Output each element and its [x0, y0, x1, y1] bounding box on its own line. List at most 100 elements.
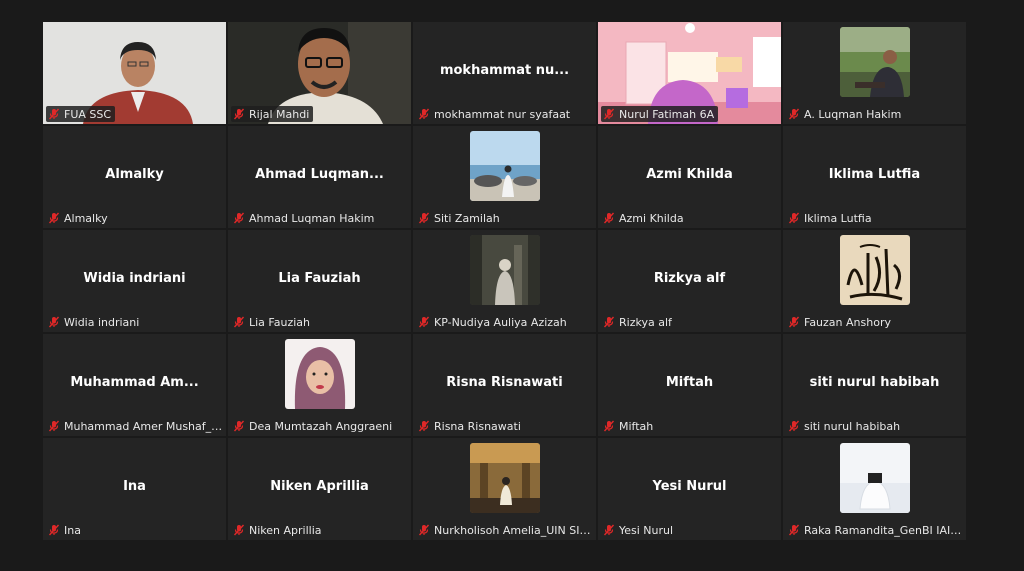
participant-name: siti nurul habibah: [804, 419, 901, 433]
participant-tile[interactable]: mokhammat nu... mokhammat nur syafaat: [413, 22, 596, 124]
participant-name-label: FUA SSC: [46, 106, 116, 122]
muted-mic-icon: [418, 524, 430, 536]
participant-name: Ahmad Luqman Hakim: [249, 211, 375, 225]
participant-tile[interactable]: Raka Ramandita_GenBI IAIN C...: [783, 438, 966, 540]
muted-mic-icon: [233, 316, 245, 328]
participant-display-name: Almalky: [105, 167, 164, 182]
participant-name: Nurkholisoh Amelia_UIN SIBE...: [434, 523, 594, 537]
participant-tile[interactable]: Iklima Lutfia Iklima Lutfia: [783, 126, 966, 228]
participant-name-label: Rizkya alf: [601, 314, 676, 330]
participant-name-label: Risna Risnawati: [416, 418, 525, 434]
participant-avatar: [284, 339, 355, 409]
participant-tile[interactable]: Ina Ina: [43, 438, 226, 540]
participant-display-name: Azmi Khilda: [646, 167, 733, 182]
participant-tile[interactable]: Miftah Miftah: [598, 334, 781, 436]
participant-name: Muhammad Amer Mushaf_BS...: [64, 419, 224, 433]
participant-name: Rizkya alf: [619, 315, 672, 329]
muted-mic-icon: [788, 316, 800, 328]
muted-mic-icon: [48, 316, 60, 328]
participant-avatar: [469, 235, 540, 305]
muted-mic-icon: [788, 524, 800, 536]
participant-name-label: Lia Fauziah: [231, 314, 314, 330]
participant-name-label: siti nurul habibah: [786, 418, 904, 434]
participant-display-name: Ahmad Luqman...: [255, 167, 384, 182]
participant-display-name: Yesi Nurul: [652, 479, 727, 494]
participant-avatar: [469, 131, 540, 201]
participant-tile[interactable]: Nurul Fatimah 6A: [598, 22, 781, 124]
gallery-view: FUA SSC Rijal Mahdi mokhammat nu... mokh…: [43, 22, 967, 542]
participant-name: Niken Aprillia: [249, 523, 322, 537]
participant-name: Raka Ramandita_GenBI IAIN C...: [804, 523, 964, 537]
participant-name: Miftah: [619, 419, 654, 433]
participant-display-name: Widia indriani: [83, 271, 186, 286]
muted-mic-icon: [603, 212, 615, 224]
participant-display-name: Rizkya alf: [653, 271, 726, 286]
participant-avatar: [839, 443, 910, 513]
participant-tile[interactable]: siti nurul habibah siti nurul habibah: [783, 334, 966, 436]
participant-tile[interactable]: Ahmad Luqman... Ahmad Luqman Hakim: [228, 126, 411, 228]
participant-tile[interactable]: Siti Zamilah: [413, 126, 596, 228]
participant-name-label: Miftah: [601, 418, 657, 434]
participant-name: Nurul Fatimah 6A: [619, 107, 715, 121]
participant-display-name: Iklima Lutfia: [828, 167, 921, 182]
participant-tile[interactable]: Risna Risnawati Risna Risnawati: [413, 334, 596, 436]
muted-mic-icon: [418, 108, 430, 120]
participant-name-label: Nurul Fatimah 6A: [601, 106, 719, 122]
participant-name-label: Rijal Mahdi: [231, 106, 314, 122]
participant-name: FUA SSC: [64, 107, 112, 121]
participant-tile[interactable]: FUA SSC: [43, 22, 226, 124]
muted-mic-icon: [788, 212, 800, 224]
participant-avatar: [839, 235, 910, 305]
participant-name-label: Azmi Khilda: [601, 210, 688, 226]
participant-name-label: Ahmad Luqman Hakim: [231, 210, 378, 226]
participant-name-label: Fauzan Anshory: [786, 314, 895, 330]
muted-mic-icon: [48, 212, 60, 224]
muted-mic-icon: [233, 212, 245, 224]
participant-name-label: Iklima Lutfia: [786, 210, 876, 226]
participant-tile[interactable]: Niken Aprillia Niken Aprillia: [228, 438, 411, 540]
participant-name: Rijal Mahdi: [249, 107, 310, 121]
participant-tile[interactable]: KP-Nudiya Auliya Azizah: [413, 230, 596, 332]
participant-name: Dea Mumtazah Anggraeni: [249, 419, 393, 433]
muted-mic-icon: [788, 420, 800, 432]
participant-name: Ina: [64, 523, 81, 537]
participant-tile[interactable]: Dea Mumtazah Anggraeni: [228, 334, 411, 436]
participant-name: mokhammat nur syafaat: [434, 107, 571, 121]
participant-name: Yesi Nurul: [619, 523, 674, 537]
muted-mic-icon: [603, 524, 615, 536]
participant-tile[interactable]: Azmi Khilda Azmi Khilda: [598, 126, 781, 228]
participant-display-name: Risna Risnawati: [446, 375, 563, 390]
participant-tile[interactable]: Widia indriani Widia indriani: [43, 230, 226, 332]
participant-name-label: KP-Nudiya Auliya Azizah: [416, 314, 571, 330]
participant-tile[interactable]: Almalky Almalky: [43, 126, 226, 228]
participant-tile[interactable]: Rijal Mahdi: [228, 22, 411, 124]
muted-mic-icon: [233, 524, 245, 536]
participant-tile[interactable]: A. Luqman Hakim: [783, 22, 966, 124]
muted-mic-icon: [603, 108, 615, 120]
muted-mic-icon: [603, 420, 615, 432]
participant-name: A. Luqman Hakim: [804, 107, 902, 121]
participant-tile[interactable]: Lia Fauziah Lia Fauziah: [228, 230, 411, 332]
participant-display-name: mokhammat nu...: [439, 63, 570, 78]
participant-name-label: Almalky: [46, 210, 112, 226]
participant-tile[interactable]: Nurkholisoh Amelia_UIN SIBE...: [413, 438, 596, 540]
participant-display-name: Ina: [123, 479, 146, 494]
participant-name-label: Niken Aprillia: [231, 522, 326, 538]
participant-display-name: Miftah: [665, 375, 714, 390]
participant-tile[interactable]: Yesi Nurul Yesi Nurul: [598, 438, 781, 540]
participant-tile[interactable]: Fauzan Anshory: [783, 230, 966, 332]
participant-name-label: mokhammat nur syafaat: [416, 106, 574, 122]
muted-mic-icon: [48, 420, 60, 432]
participant-name-label: Dea Mumtazah Anggraeni: [231, 418, 396, 434]
participant-name: Risna Risnawati: [434, 419, 521, 433]
participant-name-label: Nurkholisoh Amelia_UIN SIBE...: [416, 522, 596, 538]
participant-name: Almalky: [64, 211, 108, 225]
participant-display-name: siti nurul habibah: [809, 375, 940, 390]
participant-tile[interactable]: Muhammad Am... Muhammad Amer Mushaf_BS..…: [43, 334, 226, 436]
participant-name-label: A. Luqman Hakim: [786, 106, 905, 122]
participant-name-label: Yesi Nurul: [601, 522, 677, 538]
participant-tile[interactable]: Rizkya alf Rizkya alf: [598, 230, 781, 332]
participant-name: Widia indriani: [64, 315, 140, 329]
participant-name-label: Ina: [46, 522, 85, 538]
participant-avatar: [469, 443, 540, 513]
